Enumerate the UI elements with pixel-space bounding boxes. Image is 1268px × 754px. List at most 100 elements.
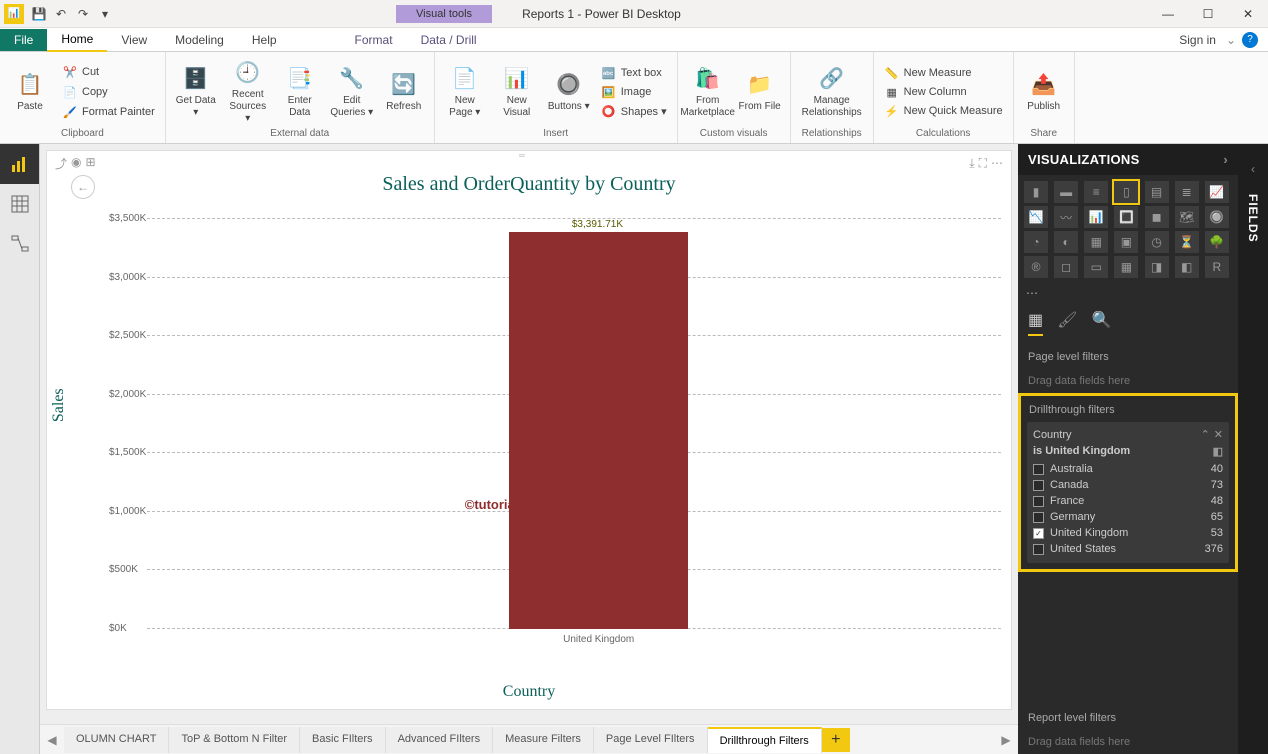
remove-filter-icon[interactable]: ✕ xyxy=(1214,428,1223,441)
image-button[interactable]: 🖼️Image xyxy=(597,83,671,101)
viz-type-icon[interactable]: 📉 xyxy=(1024,206,1048,228)
scroll-left-icon[interactable]: ◀ xyxy=(40,733,64,747)
report-canvas[interactable]: ⤴ ◉ ⊞ ⤓ ⛶ ⋯ ═ ← Sales and OrderQuantity … xyxy=(46,150,1012,710)
drag-handle-icon[interactable]: ═ xyxy=(519,151,539,157)
chevron-left-icon[interactable]: ‹ xyxy=(1251,162,1255,176)
minimize-button[interactable]: — xyxy=(1148,0,1188,28)
viz-type-icon[interactable]: R xyxy=(1205,256,1229,278)
viz-type-icon[interactable]: ◷ xyxy=(1145,231,1169,253)
help-tab[interactable]: Help xyxy=(238,29,291,51)
page-tab[interactable]: OLUMN CHART xyxy=(64,727,169,753)
chevron-right-icon[interactable]: › xyxy=(1223,152,1228,167)
drill-toggle-icon[interactable]: ◉ xyxy=(71,155,81,172)
recent-sources-button[interactable]: 🕘Recent Sources ▾ xyxy=(224,57,272,127)
viz-type-icon[interactable]: ◐ xyxy=(1054,231,1078,253)
modeling-tab[interactable]: Modeling xyxy=(161,29,238,51)
viz-type-icon[interactable]: 🔘 xyxy=(1205,206,1229,228)
drill-filter-item[interactable]: Germany65 xyxy=(1033,509,1223,525)
page-tab[interactable]: Basic FIlters xyxy=(300,727,386,753)
drill-filter-item[interactable]: Australia40 xyxy=(1033,461,1223,477)
copy-button[interactable]: 📄Copy xyxy=(58,83,159,101)
page-tab[interactable]: ToP & Bottom N Filter xyxy=(169,727,300,753)
viz-type-icon[interactable]: ≣ xyxy=(1175,181,1199,203)
page-filters-drop[interactable]: Drag data fields here xyxy=(1018,369,1238,393)
focus-icon[interactable]: ⛶ xyxy=(979,156,987,171)
drill-filter-item[interactable]: France48 xyxy=(1033,493,1223,509)
viz-type-icon[interactable]: 🗺 xyxy=(1175,206,1199,228)
viz-type-icon[interactable]: ▤ xyxy=(1145,181,1169,203)
checkbox-icon[interactable] xyxy=(1033,544,1044,555)
close-button[interactable]: ✕ xyxy=(1228,0,1268,28)
data-drill-tab[interactable]: Data / Drill xyxy=(407,29,491,51)
fields-label[interactable]: FIELDS xyxy=(1246,194,1260,243)
viz-type-icon[interactable]: ◨ xyxy=(1145,256,1169,278)
viz-type-icon[interactable]: 📈 xyxy=(1205,181,1229,203)
drill-up-icon[interactable]: ⤴ xyxy=(55,155,67,172)
enter-data-button[interactable]: 📑Enter Data xyxy=(276,63,324,121)
drill-filter-item[interactable]: ✓United Kingdom53 xyxy=(1033,525,1223,541)
viz-type-icon[interactable]: ▭ xyxy=(1084,256,1108,278)
more-options-icon[interactable]: ⋯ xyxy=(991,156,1003,171)
scroll-right-icon[interactable]: ▶ xyxy=(994,733,1018,747)
refresh-button[interactable]: 🔄Refresh xyxy=(380,69,428,115)
viz-type-icon[interactable]: ◻ xyxy=(1054,256,1078,278)
sign-in-link[interactable]: Sign in xyxy=(1179,33,1216,47)
save-icon[interactable]: 💾 xyxy=(30,5,48,23)
viz-type-icon[interactable]: 🌳 xyxy=(1205,231,1229,253)
new-visual-button[interactable]: 📊New Visual xyxy=(493,63,541,121)
new-quick-measure-button[interactable]: ⚡New Quick Measure xyxy=(880,102,1007,120)
model-view-button[interactable] xyxy=(0,224,39,264)
page-tab[interactable]: Page Level FIlters xyxy=(594,727,708,753)
more-visuals-icon[interactable]: ⋯ xyxy=(1018,284,1238,302)
export-icon[interactable]: ⤓ xyxy=(969,156,974,171)
viz-type-icon[interactable]: 🔳 xyxy=(1114,206,1138,228)
chevron-up-icon[interactable]: ⌃ xyxy=(1201,428,1210,441)
edit-queries-button[interactable]: 🔧Edit Queries ▾ xyxy=(328,63,376,121)
view-tab[interactable]: View xyxy=(107,29,161,51)
report-view-button[interactable] xyxy=(0,144,39,184)
fields-tab-icon[interactable]: ▦ xyxy=(1028,310,1043,336)
viz-type-icon[interactable]: ⏳ xyxy=(1175,231,1199,253)
buttons-button[interactable]: 🔘Buttons ▾ xyxy=(545,69,593,115)
viz-type-icon[interactable]: ▮ xyxy=(1024,181,1048,203)
new-measure-button[interactable]: 📏New Measure xyxy=(880,64,1007,82)
redo-icon[interactable]: ↷ xyxy=(74,5,92,23)
viz-type-icon[interactable]: ▣ xyxy=(1114,231,1138,253)
help-icon[interactable]: ? xyxy=(1242,32,1258,48)
expand-icon[interactable]: ⊞ xyxy=(86,155,96,172)
viz-type-icon[interactable]: ▬ xyxy=(1054,181,1078,203)
back-button[interactable]: ← xyxy=(71,175,95,199)
new-column-button[interactable]: ▦New Column xyxy=(880,83,1007,101)
new-page-button[interactable]: 📄New Page ▾ xyxy=(441,63,489,121)
qat-dropdown-icon[interactable]: ▾ xyxy=(96,5,114,23)
viz-type-icon[interactable]: ▦ xyxy=(1114,256,1138,278)
cut-button[interactable]: ✂️Cut xyxy=(58,63,159,81)
home-tab[interactable]: Home xyxy=(47,28,107,52)
viz-type-icon[interactable]: ◼ xyxy=(1145,206,1169,228)
publish-button[interactable]: 📤Publish xyxy=(1020,69,1068,115)
bar[interactable] xyxy=(509,232,688,629)
file-menu[interactable]: File xyxy=(0,29,47,51)
add-page-button[interactable]: + xyxy=(822,728,850,752)
undo-icon[interactable]: ↶ xyxy=(52,5,70,23)
format-painter-button[interactable]: 🖌️Format Painter xyxy=(58,103,159,121)
ribbon-collapse-icon[interactable]: ⌄ xyxy=(1226,33,1236,47)
drill-filter-item[interactable]: Canada73 xyxy=(1033,477,1223,493)
viz-type-icon[interactable]: 📊 xyxy=(1084,206,1108,228)
shapes-button[interactable]: ⭕Shapes ▾ xyxy=(597,102,671,120)
viz-type-icon[interactable]: ≡ xyxy=(1084,181,1108,203)
checkbox-icon[interactable] xyxy=(1033,480,1044,491)
analytics-tab-icon[interactable]: 🔍 xyxy=(1091,310,1111,336)
page-tab[interactable]: Measure Filters xyxy=(493,727,594,753)
viz-type-icon[interactable]: ® xyxy=(1024,256,1048,278)
text-box-button[interactable]: 🔤Text box xyxy=(597,64,671,82)
checkbox-icon[interactable]: ✓ xyxy=(1033,528,1044,539)
from-marketplace-button[interactable]: 🛍️From Marketplace xyxy=(684,63,732,121)
maximize-button[interactable]: ☐ xyxy=(1188,0,1228,28)
report-filters-drop[interactable]: Drag data fields here xyxy=(1018,730,1238,754)
paste-button[interactable]: 📋Paste xyxy=(6,69,54,115)
viz-type-icon[interactable]: 〰 xyxy=(1054,206,1078,228)
viz-type-icon[interactable]: ◔ xyxy=(1024,231,1048,253)
drill-field-header[interactable]: Country ⌃ ✕ xyxy=(1033,428,1223,441)
manage-relationships-button[interactable]: 🔗Manage Relationships xyxy=(797,63,867,121)
